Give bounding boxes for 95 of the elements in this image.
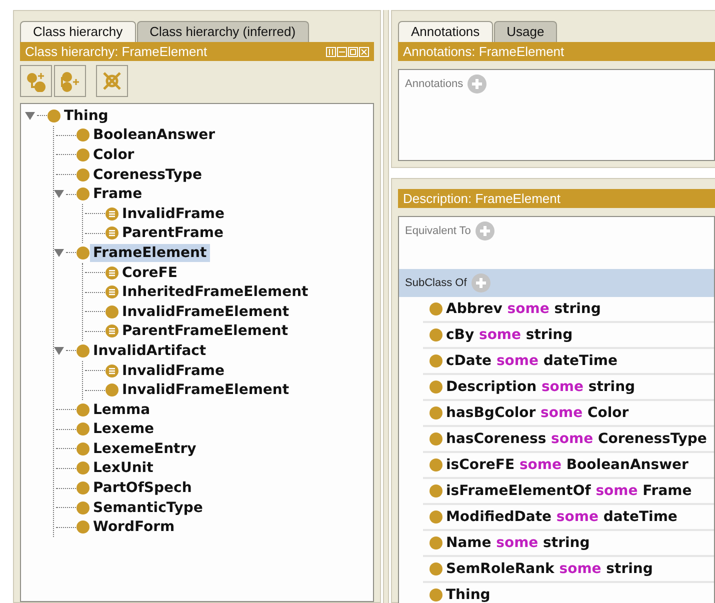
tree-item[interactable]: WordForm: [90, 518, 178, 536]
split-vertical-icon[interactable]: [326, 46, 336, 56]
panel-title: Class hierarchy: FrameElement: [25, 43, 208, 60]
panel-title: Annotations: FrameElement: [398, 42, 715, 61]
class-icon: [76, 168, 90, 182]
add-subclass-button[interactable]: [20, 65, 52, 97]
class-expression[interactable]: hasCoreness some CorenessType: [446, 428, 707, 450]
expanded-triangle-icon[interactable]: [54, 248, 64, 257]
tree-item[interactable]: CoreFE: [119, 264, 180, 282]
tree-item[interactable]: InvalidFrame: [119, 204, 228, 223]
class-icon: [429, 588, 443, 602]
tree-item[interactable]: InheritedFrameElement: [119, 283, 312, 302]
class-icon: [76, 481, 90, 496]
add-icon[interactable]: [467, 74, 488, 94]
class-icon: [76, 500, 90, 515]
class-icon: [47, 108, 61, 123]
maximize-icon[interactable]: [348, 46, 358, 56]
tree-item[interactable]: LexUnit: [90, 459, 156, 478]
section-header[interactable]: Equivalent To: [399, 217, 714, 269]
defined-class-icon: [105, 324, 119, 338]
expanded-triangle-icon[interactable]: [54, 346, 64, 355]
tree-item[interactable]: Frame: [90, 185, 146, 204]
delete-icon: [101, 70, 123, 92]
delete-class-button[interactable]: [96, 65, 128, 97]
class-icon: [429, 328, 443, 342]
tree-item[interactable]: Color: [90, 146, 138, 164]
tree-item[interactable]: InvalidFrameElement: [119, 302, 292, 321]
defined-class-icon: [105, 364, 119, 378]
class-expression[interactable]: Description some string: [446, 376, 636, 398]
class-expression[interactable]: Abbrev some string: [446, 298, 601, 320]
tree-item[interactable]: ParentFrame: [119, 224, 226, 242]
class-icon: [429, 484, 443, 498]
class-icon: [76, 520, 90, 534]
sibling-class-icon: [59, 70, 81, 92]
tree-item[interactable]: FrameElement: [90, 244, 210, 262]
class-icon: [105, 383, 119, 398]
class-icon: [76, 461, 90, 476]
section-header[interactable]: SubClass Of: [399, 269, 714, 297]
subclass-icon: [25, 70, 47, 92]
defined-class-icon: [105, 206, 119, 221]
defined-class-icon: [105, 285, 119, 300]
class-icon: [76, 246, 90, 260]
class-icon: [429, 380, 443, 394]
class-icon: [76, 402, 90, 417]
class-icon: [429, 302, 443, 316]
expanded-triangle-icon[interactable]: [54, 190, 64, 198]
class-expression[interactable]: hasBgColor some Color: [446, 402, 629, 424]
tab[interactable]: Class hierarchy: [20, 21, 136, 42]
tree-item[interactable]: Lemma: [90, 400, 154, 419]
tree-item[interactable]: LexemeEntry: [90, 440, 200, 458]
add-sibling-button[interactable]: [54, 65, 86, 97]
class-expression[interactable]: ModifiedDate some dateTime: [446, 506, 678, 528]
class-icon: [429, 406, 443, 420]
tab[interactable]: Annotations: [398, 21, 493, 42]
class-icon: [76, 344, 90, 358]
tree-item[interactable]: InvalidFrame: [119, 362, 228, 380]
class-expression[interactable]: isFrameElementOf some Frame: [446, 480, 692, 502]
tree-item[interactable]: BooleanAnswer: [90, 126, 218, 144]
class-icon: [429, 458, 443, 472]
tree-item[interactable]: InvalidArtifact: [90, 342, 210, 360]
class-icon: [429, 536, 443, 550]
tree-item[interactable]: Lexeme: [90, 420, 158, 438]
class-expression[interactable]: isCoreFE some BooleanAnswer: [446, 454, 688, 476]
section-label: Annotations: [405, 76, 464, 92]
panel-title: Description: FrameElement: [398, 189, 715, 208]
class-expression[interactable]: cDate some dateTime: [446, 350, 618, 372]
class-icon: [76, 442, 90, 456]
expanded-triangle-icon[interactable]: [25, 112, 35, 120]
tree-item[interactable]: SemanticType: [90, 498, 206, 517]
class-icon: [76, 422, 90, 436]
defined-class-icon: [105, 266, 119, 280]
class-expression[interactable]: Thing: [446, 584, 490, 603]
class-icon: [105, 304, 119, 319]
class-icon: [76, 148, 90, 162]
tree-item[interactable]: PartOfSpech: [90, 479, 195, 498]
tab[interactable]: Usage: [494, 21, 558, 42]
class-icon: [429, 562, 443, 576]
class-icon: [429, 510, 443, 524]
add-icon: [474, 221, 495, 241]
class-icon: [76, 128, 90, 142]
class-icon: [76, 187, 90, 202]
class-icon: [429, 432, 443, 446]
class-expression[interactable]: cBy some string: [446, 324, 573, 346]
tab[interactable]: Class hierarchy (inferred): [136, 21, 309, 42]
defined-class-icon: [105, 226, 119, 240]
class-expression[interactable]: SemRoleRank some string: [446, 558, 653, 580]
tree-item[interactable]: CorenessType: [90, 166, 205, 184]
class-expression[interactable]: Name some string: [446, 532, 590, 554]
split-horizontal-icon[interactable]: [337, 46, 347, 56]
tree-item[interactable]: InvalidFrameElement: [119, 381, 292, 400]
tree-item[interactable]: ParentFrameElement: [119, 322, 292, 340]
add-icon: [470, 273, 491, 293]
tree-item[interactable]: Thing: [61, 106, 112, 125]
class-icon: [429, 354, 443, 368]
close-icon[interactable]: [359, 46, 369, 56]
